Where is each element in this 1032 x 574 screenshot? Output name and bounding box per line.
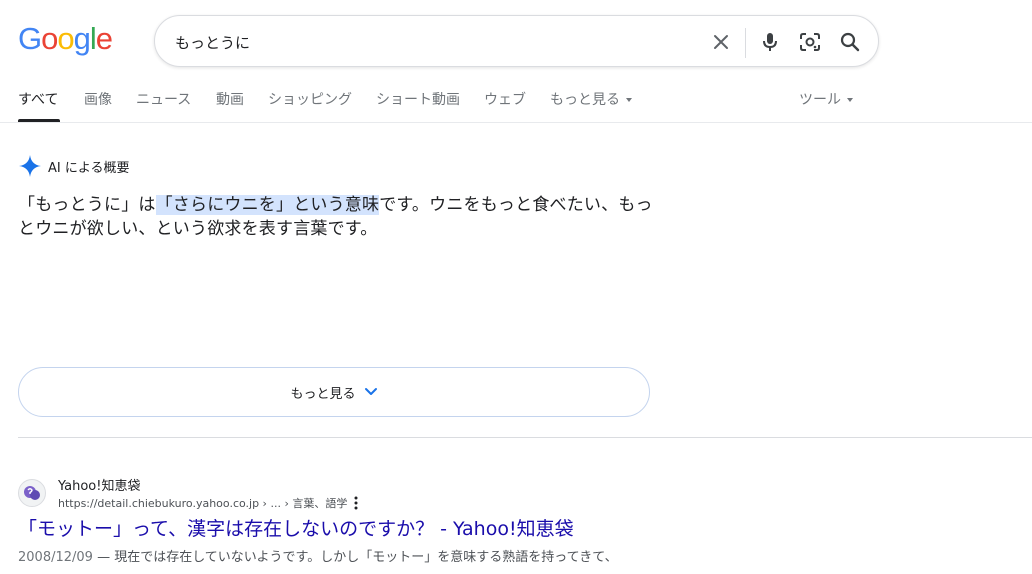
close-icon <box>714 35 728 49</box>
lens-search-button[interactable] <box>796 28 824 56</box>
tab-more[interactable]: もっと見る <box>550 90 632 110</box>
site-favicon[interactable] <box>18 479 46 507</box>
logo-letter: o <box>41 21 58 56</box>
chiebukuro-icon <box>24 486 40 500</box>
voice-search-button[interactable] <box>756 28 784 56</box>
camera-lens-icon <box>800 33 820 51</box>
search-tabs: すべて 画像 ニュース 動画 ショッピング ショート動画 ウェブ もっと見る ツ… <box>0 82 1032 123</box>
tab-all[interactable]: すべて <box>18 90 58 110</box>
show-more-label: もっと見る <box>290 386 356 402</box>
tab-tools[interactable]: ツール <box>799 90 853 110</box>
tab-videos[interactable]: 動画 <box>216 90 244 110</box>
result-options-button[interactable] <box>350 495 362 511</box>
ai-overview-header: AI による概要 <box>18 154 129 178</box>
sparkle-icon <box>19 155 41 177</box>
tab-news[interactable]: ニュース <box>136 90 191 110</box>
result-title-link[interactable]: 「モットー」って、漢字は存在しないのですか？ - Yahoo!知恵袋 <box>18 516 574 542</box>
result-snippet-text: — 現在では存在していないようです。しかし「モットー」を意味する熟語を持ってきて… <box>92 550 618 565</box>
tab-tools-label: ツール <box>799 92 841 108</box>
ai-overview-title: AI による概要 <box>48 160 130 176</box>
tab-web[interactable]: ウェブ <box>484 90 526 110</box>
search-box <box>154 15 879 67</box>
search-divider <box>745 28 746 58</box>
tab-shorts[interactable]: ショート動画 <box>376 90 460 110</box>
google-logo[interactable]: Google <box>18 21 113 56</box>
result-snippet: 2008/12/09 — 現在では存在していないようです。しかし「モットー」を意… <box>18 548 668 568</box>
result-date: 2008/12/09 <box>18 550 93 565</box>
search-submit-button[interactable] <box>836 28 864 56</box>
clear-search-button[interactable] <box>707 28 735 56</box>
result-url[interactable]: https://detail.chiebukuro.yahoo.co.jp › … <box>58 495 347 511</box>
logo-letter: e <box>95 21 113 56</box>
section-divider <box>18 437 1032 438</box>
ai-text-highlight: 「さらにウニを」という意味 <box>155 195 380 215</box>
caret-down-icon <box>847 98 853 102</box>
more-vert-icon <box>354 496 358 510</box>
logo-letter: g <box>73 21 91 56</box>
caret-down-icon <box>626 98 632 102</box>
tab-more-label: もっと見る <box>550 92 620 108</box>
microphone-icon <box>763 33 777 51</box>
active-tab-indicator <box>18 119 60 122</box>
chevron-down-icon <box>364 388 377 395</box>
logo-letter: G <box>18 21 42 56</box>
tab-shopping[interactable]: ショッピング <box>268 90 352 110</box>
tab-images[interactable]: 画像 <box>84 90 112 110</box>
search-icon <box>840 32 860 52</box>
show-more-button[interactable]: もっと見る <box>18 367 650 417</box>
result-site-name[interactable]: Yahoo!知恵袋 <box>58 475 140 494</box>
logo-letter: o <box>57 21 74 56</box>
ai-text-before: 「もっとうに」は <box>18 195 156 215</box>
ai-overview-text: 「もっとうに」は「さらにウニを」という意味です。ウニをもっと食べたい、もっとウニ… <box>18 193 658 241</box>
search-input[interactable] <box>175 30 695 54</box>
